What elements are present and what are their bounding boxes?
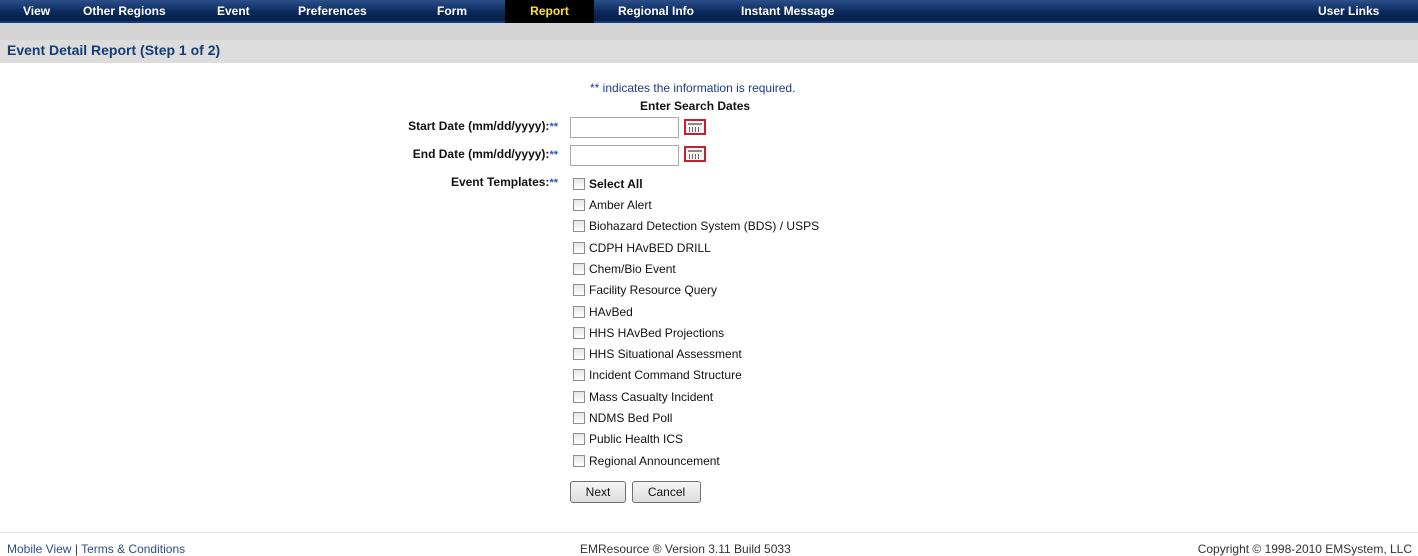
start-date-input[interactable] [570,117,679,138]
event-template-checkbox[interactable] [573,219,585,232]
event-template-checkbox[interactable] [573,283,585,296]
event-template-label: Amber Alert [589,198,652,212]
event-template-label: HHS HAvBed Projections [589,326,725,340]
nav-item-user-links[interactable]: User Links [1318,0,1379,23]
event-template-checkbox[interactable] [573,347,585,360]
event-template-row[interactable]: Incident Command Structure [573,367,742,383]
nav-item-event[interactable]: Event [217,0,250,23]
event-template-checkbox[interactable] [573,411,585,424]
event-template-row[interactable]: Biohazard Detection System (BDS) / USPS [573,218,819,234]
event-template-label: Chem/Bio Event [589,262,676,276]
event-template-row[interactable]: Regional Announcement [573,453,720,469]
event-template-row[interactable]: Public Health ICS [573,431,683,447]
event-template-label: Regional Announcement [589,454,720,468]
event-template-checkbox[interactable] [573,198,585,211]
next-button[interactable]: Next [570,481,626,503]
event-template-row[interactable]: HAvBed [573,304,633,320]
start-date-label-text: Start Date (mm/dd/yyyy): [408,119,550,133]
page-title-bar: Event Detail Report (Step 1 of 2) [0,23,1418,63]
event-template-checkbox[interactable] [573,368,585,381]
event-template-row[interactable]: HHS Situational Assessment [573,346,742,362]
top-nav-bar: View Other Regions Event Preferences For… [0,0,1418,23]
page-title: Event Detail Report (Step 1 of 2) [7,42,221,58]
end-date-label-text: End Date (mm/dd/yyyy): [412,147,550,161]
title-bar-top-strip [0,23,1418,40]
select-all-row[interactable]: Select All [573,176,643,192]
event-template-row[interactable]: Mass Casualty Incident [573,389,713,405]
select-all-checkbox[interactable] [573,177,585,190]
calendar-icon[interactable] [684,146,706,162]
required-marker: ** [549,121,558,133]
nav-item-report[interactable]: Report [505,0,594,23]
event-template-label: Biohazard Detection System (BDS) / USPS [589,219,820,233]
event-template-checkbox[interactable] [573,241,585,254]
nav-item-instant-message[interactable]: Instant Message [741,0,834,23]
event-template-checkbox[interactable] [573,390,585,403]
event-template-checkbox[interactable] [573,262,585,275]
event-template-label: HAvBed [589,305,633,319]
event-template-checkbox[interactable] [573,432,585,445]
event-template-row[interactable]: Chem/Bio Event [573,261,676,277]
calendar-icon[interactable] [684,119,706,135]
event-template-checkbox[interactable] [573,454,585,467]
event-template-row[interactable]: Amber Alert [573,197,652,213]
end-date-label: End Date (mm/dd/yyyy):** [413,147,558,161]
event-template-label: Mass Casualty Incident [589,390,714,404]
event-template-row[interactable]: CDPH HAvBED DRILL [573,240,711,256]
nav-item-form[interactable]: Form [437,0,467,23]
start-date-label: Start Date (mm/dd/yyyy):** [408,119,558,133]
event-template-label: Incident Command Structure [589,368,742,382]
event-template-checkbox[interactable] [573,305,585,318]
nav-item-other-regions[interactable]: Other Regions [83,0,166,23]
end-date-input[interactable] [570,145,679,166]
event-template-label: Public Health ICS [589,432,684,446]
event-template-row[interactable]: HHS HAvBed Projections [573,325,724,341]
event-template-label: HHS Situational Assessment [589,347,742,361]
required-marker: ** [549,177,558,189]
search-dates-heading: Enter Search Dates [640,99,751,113]
required-marker: ** [549,149,558,161]
event-template-label: Facility Resource Query [589,283,718,297]
nav-item-regional-info[interactable]: Regional Info [618,0,694,23]
event-template-checkbox[interactable] [573,326,585,339]
footer-divider [0,532,1418,533]
select-all-label: Select All [589,177,643,191]
nav-item-view[interactable]: View [23,0,50,23]
nav-item-preferences[interactable]: Preferences [298,0,367,23]
event-templates-label: Event Templates:** [451,175,558,189]
event-templates-label-text: Event Templates: [450,175,550,189]
event-template-row[interactable]: NDMS Bed Poll [573,410,672,426]
required-note: ** indicates the information is required… [590,81,796,95]
cancel-button[interactable]: Cancel [632,481,701,503]
event-template-label: NDMS Bed Poll [589,411,673,425]
event-template-label: CDPH HAvBED DRILL [589,241,711,255]
event-template-row[interactable]: Facility Resource Query [573,282,717,298]
